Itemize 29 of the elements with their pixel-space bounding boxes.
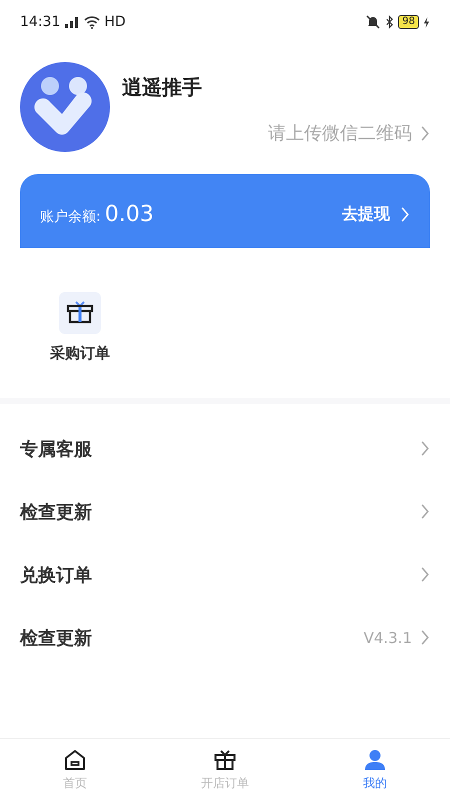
- mute-icon: [365, 15, 382, 29]
- balance-amount: 0.03: [104, 202, 154, 226]
- person-icon: [363, 748, 387, 772]
- nav-tab[interactable]: 我的: [300, 739, 450, 800]
- bluetooth-icon: [385, 15, 394, 29]
- chevron-icon: [420, 503, 430, 520]
- withdraw-link[interactable]: 去提现: [342, 204, 410, 224]
- chevron-icon: [420, 440, 430, 457]
- chevron-icon: [420, 629, 430, 646]
- menu-item[interactable]: 专属客服: [0, 417, 450, 480]
- user-name: 逍遥推手: [122, 74, 203, 101]
- shortcut-item[interactable]: 采购订单: [50, 292, 110, 398]
- balance-label: 账户余额:: [40, 208, 101, 226]
- menu-item[interactable]: 检查更新: [0, 480, 450, 543]
- chevron-icon: [400, 206, 410, 222]
- version-label: V4.3.1: [364, 628, 412, 646]
- gift-icon: [59, 292, 101, 334]
- charging-icon: [423, 16, 430, 28]
- battery-level: 98: [398, 15, 419, 29]
- chevron-icon: [420, 124, 430, 142]
- clock: 14:31: [20, 14, 60, 30]
- network-label: HD: [104, 14, 126, 30]
- signal-icon: [64, 15, 80, 29]
- gift-icon: [213, 748, 237, 772]
- menu-item[interactable]: 兑换订单: [0, 543, 450, 606]
- wifi-icon: [84, 15, 100, 29]
- home-icon: [63, 748, 87, 772]
- menu-item[interactable]: 检查更新 V4.3.1: [0, 606, 450, 669]
- chevron-icon: [420, 566, 430, 583]
